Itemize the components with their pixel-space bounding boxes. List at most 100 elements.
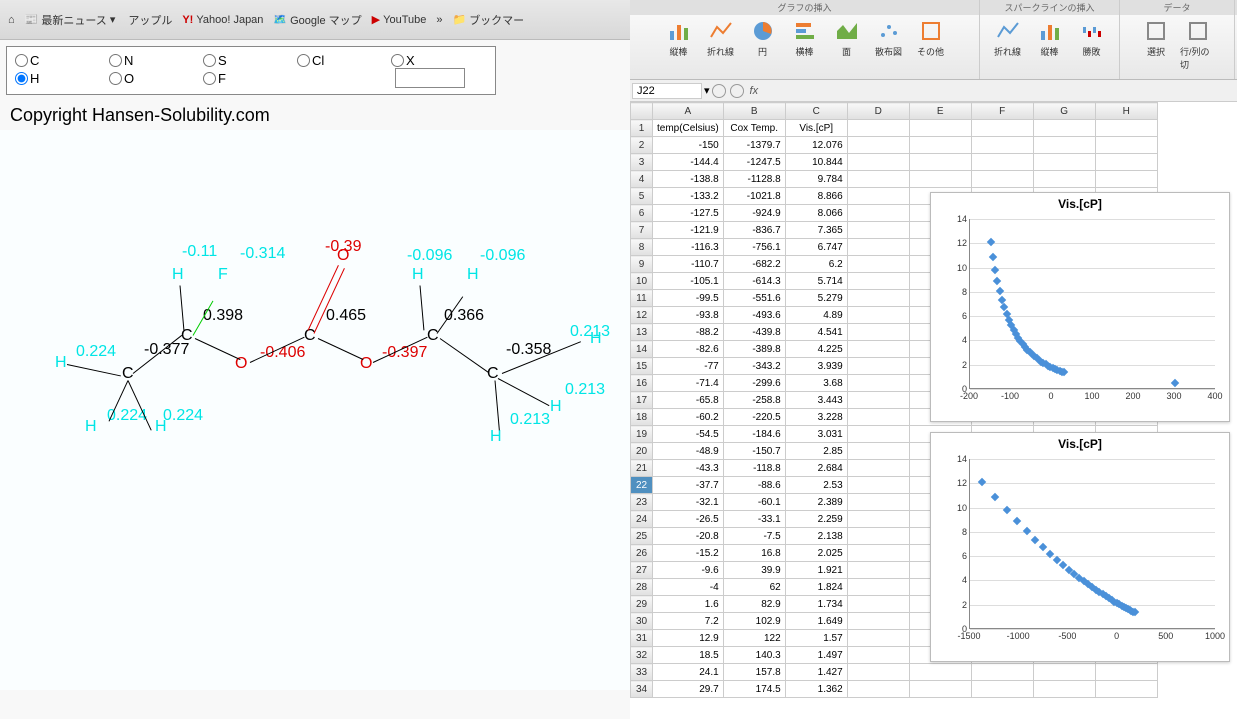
col-header-C[interactable]: C bbox=[785, 103, 847, 120]
row-header[interactable]: 26 bbox=[631, 545, 653, 562]
cell[interactable]: 12.9 bbox=[653, 630, 724, 647]
cell[interactable]: -88.6 bbox=[723, 477, 785, 494]
cell[interactable]: 8.866 bbox=[785, 188, 847, 205]
row-header[interactable]: 9 bbox=[631, 256, 653, 273]
cell[interactable]: 7.365 bbox=[785, 222, 847, 239]
cell[interactable]: 157.8 bbox=[723, 664, 785, 681]
cell[interactable] bbox=[847, 664, 909, 681]
cell[interactable]: -99.5 bbox=[653, 290, 724, 307]
cell[interactable]: 3.031 bbox=[785, 426, 847, 443]
cell[interactable] bbox=[1033, 137, 1095, 154]
cell[interactable]: 7.2 bbox=[653, 613, 724, 630]
cell[interactable]: -54.5 bbox=[653, 426, 724, 443]
cell[interactable]: 140.3 bbox=[723, 647, 785, 664]
cell[interactable]: 2.025 bbox=[785, 545, 847, 562]
cell[interactable] bbox=[847, 341, 909, 358]
cell[interactable]: 2.259 bbox=[785, 511, 847, 528]
ribbon-bar-button[interactable]: 縦棒 bbox=[659, 17, 699, 60]
cell[interactable] bbox=[1095, 137, 1157, 154]
cell[interactable] bbox=[847, 477, 909, 494]
cell[interactable] bbox=[847, 545, 909, 562]
cell[interactable] bbox=[847, 647, 909, 664]
cell[interactable] bbox=[847, 222, 909, 239]
cell[interactable] bbox=[847, 256, 909, 273]
sheet-area[interactable]: ABCDEFGH1temp(Celsius)Cox Temp.Vis.[cP]2… bbox=[630, 102, 1237, 719]
cell[interactable]: -551.6 bbox=[723, 290, 785, 307]
cell[interactable]: -77 bbox=[653, 358, 724, 375]
cell[interactable] bbox=[847, 596, 909, 613]
col-header-B[interactable]: B bbox=[723, 103, 785, 120]
cell[interactable] bbox=[909, 171, 971, 188]
cell[interactable]: -756.1 bbox=[723, 239, 785, 256]
chart-vis-cox[interactable]: Vis.[cP] 02468101214-1500-1000-500050010… bbox=[930, 432, 1230, 662]
col-header-E[interactable]: E bbox=[909, 103, 971, 120]
radio-s[interactable]: S bbox=[203, 53, 297, 68]
cell[interactable] bbox=[847, 154, 909, 171]
cell[interactable]: -1379.7 bbox=[723, 137, 785, 154]
cell[interactable]: -116.3 bbox=[653, 239, 724, 256]
corner-cell[interactable] bbox=[631, 103, 653, 120]
cell[interactable]: 16.8 bbox=[723, 545, 785, 562]
row-header[interactable]: 20 bbox=[631, 443, 653, 460]
ribbon-swin-button[interactable]: 勝敗 bbox=[1072, 17, 1112, 60]
cell[interactable] bbox=[847, 120, 909, 137]
row-header[interactable]: 29 bbox=[631, 596, 653, 613]
cell[interactable]: -1021.8 bbox=[723, 188, 785, 205]
custom-atom-input[interactable] bbox=[395, 68, 465, 88]
bookmark-apple[interactable]: アップル bbox=[125, 12, 172, 28]
cell[interactable]: 1.427 bbox=[785, 664, 847, 681]
cell[interactable] bbox=[1095, 681, 1157, 698]
cell[interactable] bbox=[909, 664, 971, 681]
row-header[interactable]: 32 bbox=[631, 647, 653, 664]
cell[interactable]: 29.7 bbox=[653, 681, 724, 698]
cell[interactable]: 12.076 bbox=[785, 137, 847, 154]
radio-o[interactable]: O bbox=[109, 68, 203, 88]
cell[interactable]: 62 bbox=[723, 579, 785, 596]
cell[interactable] bbox=[909, 154, 971, 171]
col-header-G[interactable]: G bbox=[1033, 103, 1095, 120]
cell[interactable] bbox=[1033, 171, 1095, 188]
cell[interactable] bbox=[971, 171, 1033, 188]
cell[interactable]: -150.7 bbox=[723, 443, 785, 460]
cell[interactable]: 2.53 bbox=[785, 477, 847, 494]
row-header[interactable]: 33 bbox=[631, 664, 653, 681]
cell[interactable] bbox=[847, 290, 909, 307]
bookmark-yahoo[interactable]: Y!Yahoo! Japan bbox=[182, 14, 263, 26]
cell[interactable]: 3.443 bbox=[785, 392, 847, 409]
row-header[interactable]: 13 bbox=[631, 324, 653, 341]
cell[interactable] bbox=[1095, 664, 1157, 681]
cell[interactable] bbox=[847, 613, 909, 630]
row-header[interactable]: 30 bbox=[631, 613, 653, 630]
cell[interactable]: 4.541 bbox=[785, 324, 847, 341]
cell[interactable] bbox=[909, 137, 971, 154]
cell[interactable]: -48.9 bbox=[653, 443, 724, 460]
cell[interactable]: 1.734 bbox=[785, 596, 847, 613]
row-header[interactable]: 2 bbox=[631, 137, 653, 154]
cell[interactable]: 174.5 bbox=[723, 681, 785, 698]
cell[interactable] bbox=[847, 171, 909, 188]
row-header[interactable]: 21 bbox=[631, 460, 653, 477]
radio-c[interactable]: C bbox=[15, 53, 109, 68]
cell[interactable]: -258.8 bbox=[723, 392, 785, 409]
cell[interactable]: 2.85 bbox=[785, 443, 847, 460]
cell[interactable]: -110.7 bbox=[653, 256, 724, 273]
ribbon-other-button[interactable]: その他 bbox=[911, 17, 951, 60]
cell[interactable]: 2.684 bbox=[785, 460, 847, 477]
cell[interactable] bbox=[1033, 154, 1095, 171]
cell[interactable]: 1.497 bbox=[785, 647, 847, 664]
cell[interactable]: 1.57 bbox=[785, 630, 847, 647]
ribbon-rowcol-button[interactable]: 行/列の切 bbox=[1178, 17, 1218, 73]
cell[interactable]: -88.2 bbox=[653, 324, 724, 341]
row-header[interactable]: 6 bbox=[631, 205, 653, 222]
bookmark-gmaps[interactable]: 🗺️Google マップ bbox=[273, 12, 361, 28]
home-icon[interactable]: ⌂ bbox=[8, 14, 15, 26]
cell[interactable]: -33.1 bbox=[723, 511, 785, 528]
cell[interactable] bbox=[847, 494, 909, 511]
ribbon-area-button[interactable]: 面 bbox=[827, 17, 867, 60]
row-header[interactable]: 27 bbox=[631, 562, 653, 579]
cell[interactable]: 5.714 bbox=[785, 273, 847, 290]
cell[interactable]: -144.4 bbox=[653, 154, 724, 171]
row-header[interactable]: 31 bbox=[631, 630, 653, 647]
cell[interactable] bbox=[847, 392, 909, 409]
cell[interactable]: -32.1 bbox=[653, 494, 724, 511]
